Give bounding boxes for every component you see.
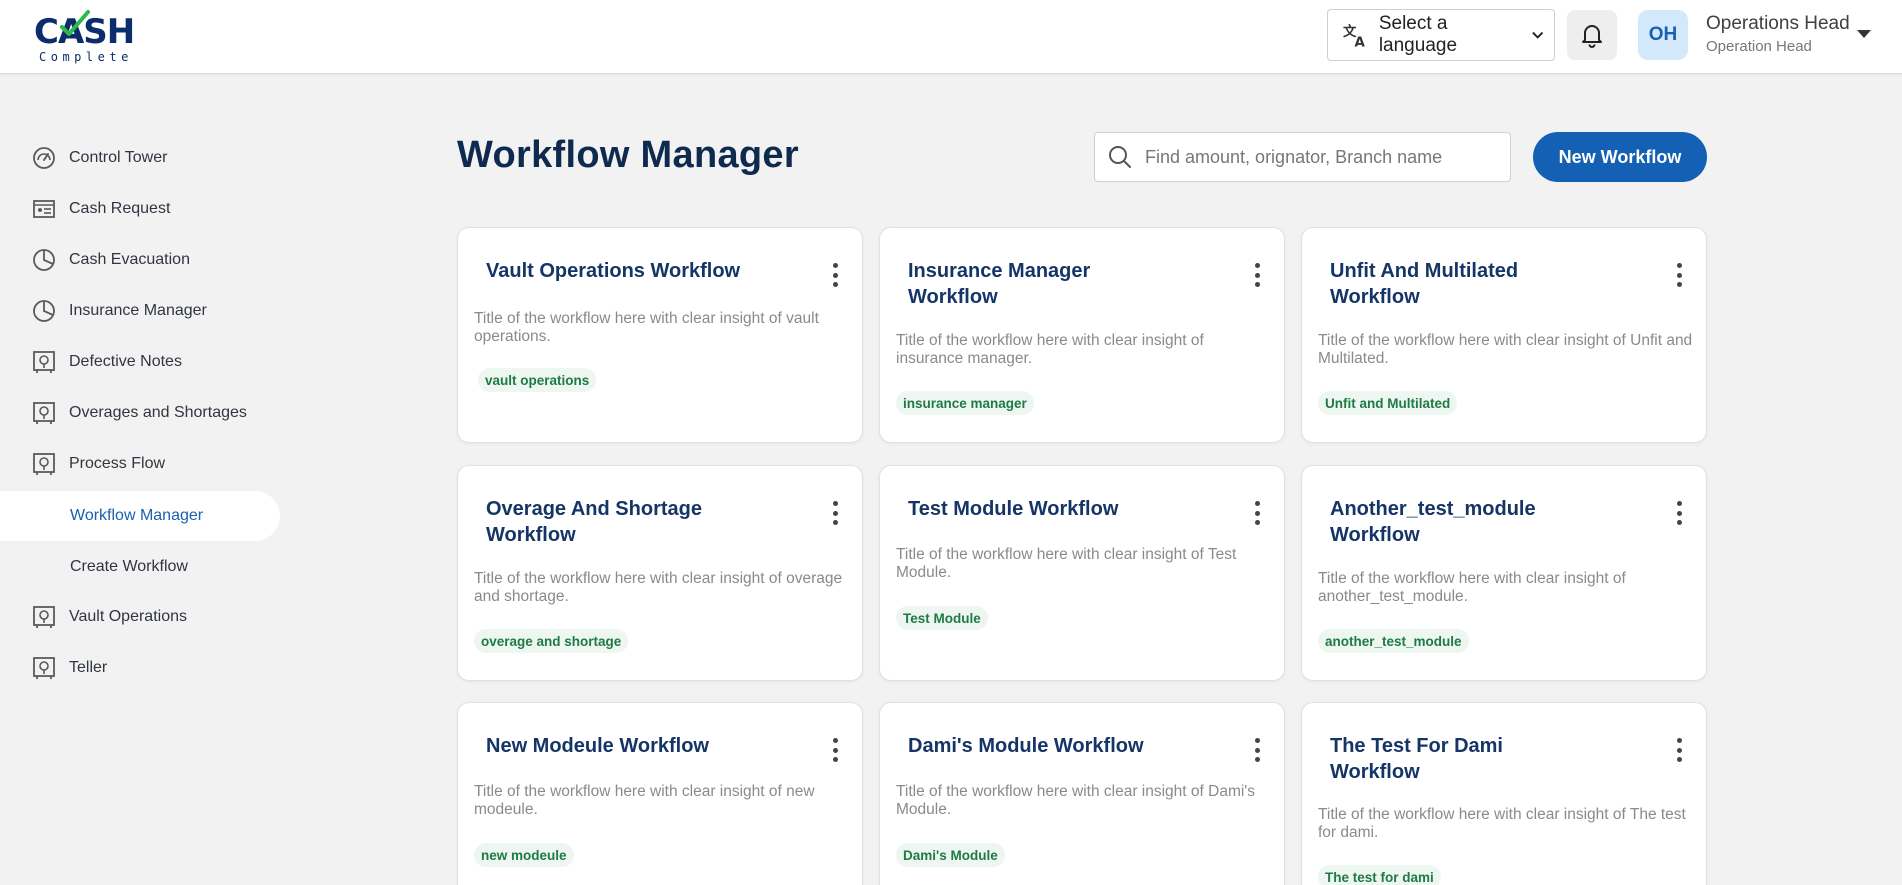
- card-title[interactable]: Overage And Shortage Workflow: [486, 496, 726, 548]
- checkmark-icon: [60, 10, 90, 36]
- card-tag: vault operations: [478, 368, 597, 392]
- card-description: Title of the workflow here with clear in…: [1318, 570, 1626, 605]
- workflow-card-unfit-and-multilated[interactable]: Unfit And Multilated Workflow Title of t…: [1301, 227, 1707, 443]
- kebab-menu-icon[interactable]: [830, 263, 840, 287]
- sidebar-item-label: Cash Request: [69, 200, 171, 217]
- sidebar-item-label: Cash Evacuation: [69, 251, 190, 268]
- sidebar-item-label: Teller: [69, 659, 108, 676]
- avatar[interactable]: OH: [1638, 10, 1688, 60]
- sidebar-item-insurance-manager[interactable]: Insurance Manager: [0, 286, 280, 336]
- card-tag: Unfit and Multilated: [1318, 391, 1458, 415]
- sidebar-item-control-tower[interactable]: Control Tower: [0, 133, 280, 183]
- sidebar-item-label: Workflow Manager: [70, 507, 204, 524]
- card-title[interactable]: Dami's Module Workflow: [908, 733, 1198, 759]
- vault-icon: [33, 606, 55, 628]
- workflow-card-the-test-for-dami[interactable]: The Test For Dami Workflow Title of the …: [1301, 702, 1707, 885]
- workflow-card-another-test-module[interactable]: Another_test_module Workflow Title of th…: [1301, 465, 1707, 681]
- language-select[interactable]: 文 A Select a language: [1327, 9, 1555, 61]
- sidebar-item-label: Defective Notes: [69, 353, 182, 370]
- sidebar-item-label: Vault Operations: [69, 608, 187, 625]
- card-tag: The test for dami: [1318, 865, 1441, 885]
- workflow-card-damis-module[interactable]: Dami's Module Workflow Title of the work…: [879, 702, 1285, 885]
- chevron-down-icon: [1531, 31, 1543, 39]
- kebab-menu-icon[interactable]: [1252, 738, 1262, 762]
- id-card-icon: [33, 200, 55, 218]
- vault-icon: [33, 351, 55, 373]
- sidebar-item-label: Create Workflow: [70, 558, 188, 575]
- search-icon: [1109, 146, 1131, 168]
- sidebar-item-label: Control Tower: [69, 149, 168, 166]
- card-tag: new modeule: [474, 843, 574, 867]
- new-workflow-button[interactable]: New Workflow: [1533, 132, 1707, 182]
- sidebar-item-label: Insurance Manager: [69, 302, 207, 319]
- sidebar-item-teller[interactable]: Teller: [0, 643, 280, 693]
- kebab-menu-icon[interactable]: [1674, 501, 1684, 525]
- workflow-card-insurance-manager[interactable]: Insurance Manager Workflow Title of the …: [879, 227, 1285, 443]
- sidebar-item-create-workflow[interactable]: Create Workflow: [0, 542, 280, 592]
- kebab-menu-icon[interactable]: [1252, 501, 1262, 525]
- language-select-label: Select a language: [1378, 13, 1458, 56]
- search-input[interactable]: [1145, 146, 1505, 168]
- card-title[interactable]: New Modeule Workflow: [486, 733, 776, 759]
- sidebar-item-process-flow[interactable]: Process Flow: [0, 439, 280, 489]
- svg-text:A: A: [1354, 35, 1365, 49]
- card-tag: insurance manager: [896, 391, 1034, 415]
- user-name[interactable]: Operations Head: [1706, 13, 1850, 35]
- logo-subtext: Complete: [39, 50, 133, 64]
- sidebar-item-cash-evacuation[interactable]: Cash Evacuation: [0, 235, 280, 285]
- card-tag: another_test_module: [1318, 629, 1469, 653]
- card-description: Title of the workflow here with clear in…: [474, 310, 819, 345]
- card-title[interactable]: The Test For Dami Workflow: [1330, 733, 1550, 785]
- top-header: CASH Complete 文 A Select a language OH O…: [0, 0, 1902, 74]
- kebab-menu-icon[interactable]: [1674, 263, 1684, 287]
- kebab-menu-icon[interactable]: [830, 501, 840, 525]
- card-description: Title of the workflow here with clear in…: [896, 546, 1237, 581]
- card-description: Title of the workflow here with clear in…: [896, 783, 1256, 818]
- card-title[interactable]: Insurance Manager Workflow: [908, 258, 1128, 310]
- gauge-icon: [33, 147, 55, 169]
- card-title[interactable]: Test Module Workflow: [908, 496, 1198, 522]
- card-tag: Test Module: [896, 606, 988, 630]
- pie-chart-icon: [33, 300, 55, 322]
- vault-icon: [33, 402, 55, 424]
- sidebar-item-defective-notes[interactable]: Defective Notes: [0, 337, 280, 387]
- caret-down-icon[interactable]: [1857, 30, 1871, 38]
- card-title[interactable]: Vault Operations Workflow: [486, 258, 776, 284]
- card-description: Title of the workflow here with clear in…: [896, 332, 1204, 367]
- cash-complete-logo[interactable]: CASH Complete: [34, 10, 144, 66]
- kebab-menu-icon[interactable]: [1252, 263, 1262, 287]
- card-tag: Dami's Module: [896, 843, 1005, 867]
- workflow-card-test-module[interactable]: Test Module Workflow Title of the workfl…: [879, 465, 1285, 681]
- workflow-card-overage-and-shortage[interactable]: Overage And Shortage Workflow Title of t…: [457, 465, 863, 681]
- card-description: Title of the workflow here with clear in…: [1318, 806, 1686, 841]
- vault-icon: [33, 657, 55, 679]
- card-title[interactable]: Another_test_module Workflow: [1330, 496, 1570, 548]
- search-box[interactable]: [1094, 132, 1511, 182]
- pie-chart-icon: [33, 249, 55, 271]
- card-tag: overage and shortage: [474, 629, 629, 653]
- sidebar-item-overages-and-shortages[interactable]: Overages and Shortages: [0, 388, 280, 438]
- card-description: Title of the workflow here with clear in…: [1318, 332, 1693, 367]
- card-description: Title of the workflow here with clear in…: [474, 570, 843, 605]
- vault-icon: [33, 453, 55, 475]
- workflow-card-new-modeule[interactable]: New Modeule Workflow Title of the workfl…: [457, 702, 863, 885]
- bell-icon: [1582, 25, 1602, 48]
- notifications-button[interactable]: [1567, 10, 1617, 60]
- kebab-menu-icon[interactable]: [830, 738, 840, 762]
- user-role: Operation Head: [1706, 38, 1812, 55]
- card-description: Title of the workflow here with clear in…: [474, 783, 815, 818]
- sidebar-item-vault-operations[interactable]: Vault Operations: [0, 592, 280, 642]
- kebab-menu-icon[interactable]: [1674, 738, 1684, 762]
- sidebar-item-label: Overages and Shortages: [69, 404, 247, 421]
- page-title: Workflow Manager: [457, 134, 799, 176]
- card-title[interactable]: Unfit And Multilated Workflow: [1330, 258, 1550, 310]
- translate-icon: 文 A: [1343, 23, 1365, 49]
- sidebar-item-cash-request[interactable]: Cash Request: [0, 184, 280, 234]
- sidebar-item-label: Process Flow: [69, 455, 166, 472]
- sidebar-item-workflow-manager[interactable]: Workflow Manager: [0, 491, 280, 541]
- workflow-card-vault-operations[interactable]: Vault Operations Workflow Title of the w…: [457, 227, 863, 443]
